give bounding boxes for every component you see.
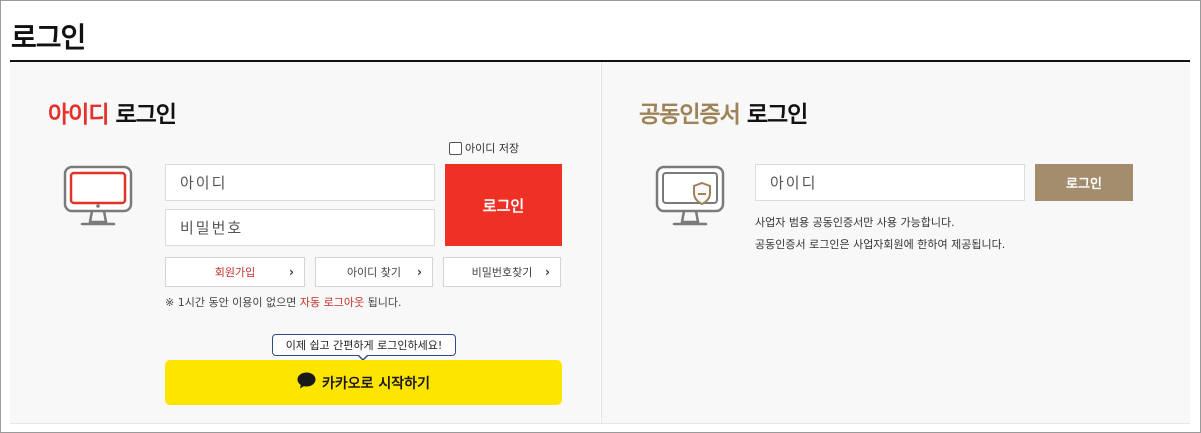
find-id-label: 아이디 찾기 [346, 266, 402, 279]
kakao-tooltip: 이제 쉽고 간편하게 로그인하세요! [272, 334, 456, 356]
signup-label: 회원가입 [214, 266, 256, 279]
cert-login-title: 공동인증서 로그인 [639, 95, 808, 129]
cert-id-placeholder: 아이디 [770, 174, 818, 192]
notice-prefix: ※ 1시간 동안 이용이 없으면 [165, 296, 300, 309]
signup-button[interactable]: 회원가입 › [165, 257, 305, 287]
kakao-login-button[interactable]: 카카오로 시작하기 [165, 360, 562, 405]
cert-description-line-1: 사업자 범용 공동인증서만 사용 가능합니다. [755, 216, 955, 229]
save-id-label: 아이디 저장 [465, 142, 520, 155]
auto-logout-notice: ※ 1시간 동안 이용이 없으면 자동 로그아웃 됩니다. [165, 294, 401, 310]
find-password-label: 비밀번호찾기 [471, 266, 533, 279]
chevron-right-icon: › [417, 265, 422, 279]
password-input-placeholder: 비밀번호 [180, 219, 244, 237]
id-login-panel: 아이디 로그인 아이디 저장 아이디 비밀번호 로그인 회원가입 › 아이디 찾… [10, 62, 600, 424]
save-id-checkbox[interactable]: 아이디 저장 [449, 140, 519, 156]
password-input[interactable]: 비밀번호 [165, 209, 435, 246]
cert-login-panel: 공동인증서 로그인 아이디 로그인 사업자 범용 공동인증서만 사용 가능합니다… [601, 62, 1190, 424]
id-login-button[interactable]: 로그인 [445, 164, 562, 246]
kakao-tooltip-tail-fill [358, 354, 368, 359]
cert-login-title-accent: 공동인증서 [639, 102, 741, 128]
cert-description-line-2: 공동인증서 로그인은 사업자회원에 한하여 제공됩니다. [755, 238, 1006, 251]
find-password-button[interactable]: 비밀번호찾기 › [443, 257, 561, 287]
cert-id-input[interactable]: 아이디 [755, 164, 1025, 201]
chat-bubble-icon [297, 372, 316, 393]
id-login-title-rest: 로그인 [108, 102, 176, 128]
kakao-login-label: 카카오로 시작하기 [322, 375, 430, 392]
monitor-shield-icon [654, 164, 726, 230]
id-login-title: 아이디 로그인 [48, 95, 177, 129]
checkbox-box[interactable] [449, 141, 462, 155]
id-input-placeholder: 아이디 [180, 174, 228, 192]
notice-suffix: 됩니다. [364, 296, 402, 309]
find-id-button[interactable]: 아이디 찾기 › [315, 257, 433, 287]
id-input[interactable]: 아이디 [165, 164, 435, 201]
id-login-title-accent: 아이디 [48, 102, 109, 128]
cert-login-title-rest: 로그인 [739, 102, 808, 128]
bottom-divider [10, 423, 1190, 424]
cert-login-button[interactable]: 로그인 [1035, 164, 1133, 201]
chevron-right-icon: › [545, 265, 550, 279]
monitor-icon [62, 164, 134, 230]
page-title: 로그인 [11, 21, 86, 54]
chevron-right-icon: › [289, 265, 294, 279]
notice-highlight: 자동 로그아웃 [299, 296, 365, 309]
